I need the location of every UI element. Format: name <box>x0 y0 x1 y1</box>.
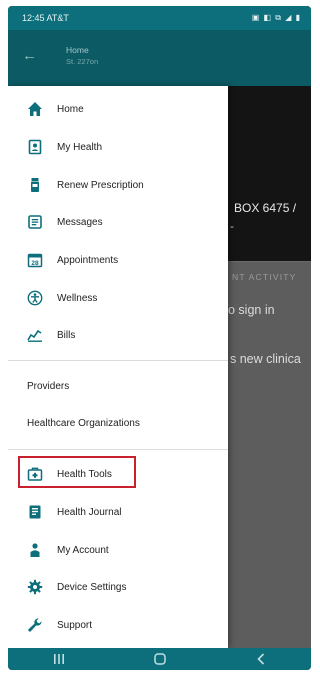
menu-label-renew-prescription: Renew Prescription <box>57 179 144 191</box>
calendar-icon: 28 <box>27 252 43 268</box>
menu-label-support: Support <box>57 619 93 631</box>
header-title: Home <box>66 45 89 55</box>
back-arrow-icon[interactable]: ← <box>22 48 38 64</box>
account-icon <box>27 542 43 558</box>
background-box-text: BOX 6475 / <box>234 201 297 215</box>
menu-label-home: Home <box>57 103 84 115</box>
android-nav-bar <box>8 648 311 670</box>
menu-item-my-health[interactable]: My Health <box>8 132 228 162</box>
menu-item-device-settings[interactable]: Device Settings <box>8 572 228 602</box>
status-time: 12:45 AT&T <box>22 13 69 23</box>
wrench-icon <box>27 617 43 633</box>
menu-item-bills[interactable]: Bills <box>8 320 228 350</box>
gear-icon <box>27 579 43 595</box>
menu-item-home[interactable]: Home <box>8 94 228 124</box>
menu-label-health-journal: Health Journal <box>57 506 122 518</box>
app-header: ← Home St. 227on <box>8 30 311 86</box>
background-divider <box>230 261 311 262</box>
status-icons: ▣ ◧ ⧉ ◢ ▮ <box>251 13 301 22</box>
menu-label-my-health: My Health <box>57 141 103 153</box>
menu-item-my-account[interactable]: My Account <box>8 535 228 565</box>
menu-item-renew-prescription[interactable]: Renew Prescription <box>8 170 228 200</box>
menu-label-my-account: My Account <box>57 544 109 556</box>
menu-label-wellness: Wellness <box>57 292 98 304</box>
background-activity-label: NT ACTIVITY <box>232 272 297 282</box>
navigation-drawer: Home My Health Renew Prescription Messag… <box>8 86 228 648</box>
menu-item-wellness[interactable]: Wellness <box>8 283 228 313</box>
home-button-icon[interactable] <box>130 648 190 670</box>
home-icon <box>27 101 43 117</box>
menu-label-bills: Bills <box>57 329 76 341</box>
menu-item-messages[interactable]: Messages <box>8 207 228 237</box>
background-signin-text: o sign in <box>228 303 275 317</box>
phone-screen: 12:45 AT&T ▣ ◧ ⧉ ◢ ▮ ← Home St. 227on BO… <box>8 6 311 670</box>
journal-icon <box>27 504 43 520</box>
my-health-icon <box>27 139 43 155</box>
status-bar: 12:45 AT&T ▣ ◧ ⧉ ◢ ▮ <box>8 6 311 30</box>
menu-label-appointments: Appointments <box>57 254 119 266</box>
header-subtitle: St. 227on <box>66 57 99 66</box>
menu-item-appointments[interactable]: 28 Appointments <box>8 245 228 275</box>
menu-label-device-settings: Device Settings <box>57 581 127 593</box>
wellness-icon <box>27 290 43 306</box>
menu-divider-1 <box>8 360 228 361</box>
bills-icon <box>27 327 43 343</box>
background-clinical-text: s new clinica <box>230 352 301 366</box>
messages-icon <box>27 214 43 230</box>
menu-item-health-journal[interactable]: Health Journal <box>8 497 228 527</box>
prescription-icon <box>27 177 43 193</box>
menu-item-healthcare-organizations[interactable]: Healthcare Organizations <box>27 418 140 429</box>
back-button-icon[interactable] <box>231 648 291 670</box>
menu-item-support[interactable]: Support <box>8 610 228 640</box>
recent-apps-icon[interactable] <box>29 648 89 670</box>
calendar-day-number: 28 <box>31 260 39 267</box>
health-tools-highlight-box <box>18 456 136 488</box>
background-box-text-2: - <box>230 219 234 233</box>
menu-item-providers[interactable]: Providers <box>27 381 69 392</box>
menu-divider-2 <box>8 449 228 450</box>
menu-label-messages: Messages <box>57 216 103 228</box>
